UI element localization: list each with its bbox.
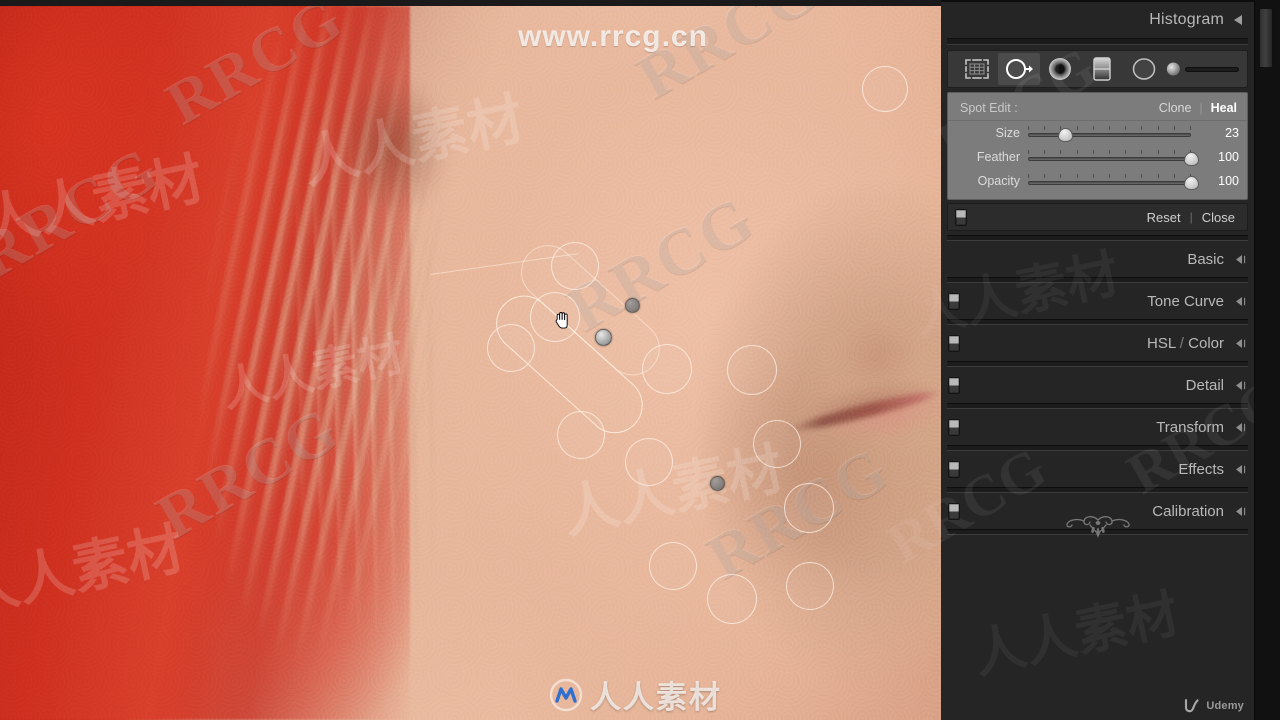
size-slider-value[interactable]: 23 (1199, 126, 1239, 140)
brush-size-slider[interactable] (1184, 66, 1239, 72)
feather-slider-ticks (1028, 150, 1191, 154)
reset-button[interactable]: Reset (1147, 210, 1181, 225)
panel-divider (947, 38, 1248, 45)
adjustment-brush-icon (1166, 62, 1180, 76)
feather-slider-track-wrap[interactable] (1028, 148, 1199, 166)
feather-slider-label: Feather (976, 150, 1020, 164)
section-basic[interactable]: Basic (941, 241, 1254, 277)
histogram-title: Histogram (1149, 11, 1224, 28)
watermark-bottom-text: 人人素材 (590, 680, 722, 716)
red-eye-correction-tool-button[interactable] (1040, 53, 1082, 85)
section-detail[interactable]: Detail (941, 367, 1254, 403)
panel-scrollbar-thumb[interactable] (1259, 8, 1273, 68)
photo-skin-texture-grain (0, 6, 941, 720)
section-switch-icon[interactable] (948, 418, 960, 436)
spot-edit-actions-row: Reset | Close (947, 203, 1248, 231)
collapse-arrow-icon[interactable] (1234, 464, 1246, 474)
spot-removal-tool-button[interactable] (997, 53, 1040, 85)
clone-mode-button[interactable]: Clone (1159, 101, 1192, 115)
feather-slider-track[interactable] (1028, 157, 1191, 161)
opacity-slider-ticks (1028, 174, 1191, 178)
feather-slider-row[interactable]: Feather 100 (948, 145, 1247, 169)
collapse-arrow-icon[interactable] (1234, 422, 1246, 432)
develop-right-panel: RRCG RRCG RRCG 人人素材 人人素材 Histogram (876, 0, 1280, 720)
radial-filter-icon (1132, 58, 1156, 80)
section-title-slash: / (1175, 334, 1189, 352)
close-button[interactable]: Close (1202, 210, 1235, 225)
section-title: Basic (1187, 250, 1224, 268)
collapse-arrow-icon[interactable] (1234, 296, 1246, 306)
histogram-panel-header[interactable]: Histogram (941, 2, 1254, 38)
opacity-slider-track[interactable] (1028, 181, 1191, 185)
radial-filter-tool-button[interactable] (1123, 53, 1165, 85)
section-effects[interactable]: Effects (941, 451, 1254, 487)
action-separator: | (1189, 210, 1193, 224)
crop-overlay-tool-button[interactable] (956, 53, 998, 85)
watermark-cjk: 人人素材 (968, 583, 1185, 686)
develop-tool-strip[interactable] (947, 50, 1248, 88)
collapse-arrow-icon[interactable] (1234, 254, 1246, 264)
opacity-slider-knob[interactable] (1184, 176, 1199, 190)
section-switch-icon[interactable] (948, 334, 960, 352)
triangle-left-icon[interactable] (1234, 15, 1242, 25)
udemy-logo-icon (1185, 698, 1199, 713)
graduated-filter-icon (1093, 57, 1111, 81)
watermark-bottom-logo: 人人素材 (549, 672, 722, 717)
opacity-slider-row[interactable]: Opacity 100 (948, 169, 1247, 193)
section-hsl-color[interactable]: HSL / Color (941, 325, 1254, 361)
section-transform[interactable]: Transform (941, 409, 1254, 445)
image-canvas-area[interactable]: RRCG RRCG RRCG RRCG RRCG RRCG 人人素材 人人素材 … (0, 0, 941, 720)
size-slider-track-wrap[interactable] (1028, 124, 1191, 142)
section-title: HSL / Color (1147, 335, 1224, 352)
section-switch-icon[interactable] (948, 376, 960, 394)
spot-edit-label: Spot Edit : (960, 101, 1018, 115)
collapse-arrow-icon[interactable] (1234, 506, 1246, 516)
renrensucai-logo-icon (549, 678, 583, 711)
spot-edit-mode-row: Spot Edit : Clone | Heal (948, 96, 1247, 121)
red-eye-icon (1049, 58, 1072, 80)
section-tone-curve[interactable]: Tone Curve (941, 283, 1254, 319)
section-title: Tone Curve (1147, 292, 1224, 310)
panel-switch-icon[interactable] (955, 208, 967, 226)
size-slider-track[interactable] (1028, 133, 1191, 137)
lightroom-window: RRCG RRCG RRCG RRCG RRCG RRCG 人人素材 人人素材 … (0, 0, 1280, 720)
opacity-slider-value[interactable]: 100 (1199, 174, 1239, 188)
section-title-color: Color (1188, 334, 1224, 352)
panel-scroll-gutter[interactable] (1254, 0, 1280, 720)
section-switch-icon[interactable] (948, 460, 960, 478)
section-title-hsl: HSL (1147, 334, 1176, 352)
udemy-label: Udemy (1206, 700, 1244, 712)
collapse-arrow-icon[interactable] (1234, 380, 1246, 390)
opacity-slider-track-wrap[interactable] (1028, 172, 1199, 190)
spot-edit-panel: Spot Edit : Clone | Heal Size 23 Feather… (947, 92, 1248, 200)
udemy-branding: Udemy (1183, 698, 1244, 714)
flourish-ornament-icon (1055, 514, 1141, 547)
mode-separator: | (1199, 101, 1203, 115)
heal-mode-button[interactable]: Heal (1211, 101, 1237, 115)
section-title: Transform (1156, 418, 1224, 436)
spot-removal-icon (1005, 59, 1033, 79)
size-slider-label: Size (995, 126, 1020, 140)
size-slider-ticks (1028, 126, 1191, 130)
section-switch-icon[interactable] (948, 502, 960, 520)
photo-preview[interactable]: RRCG RRCG RRCG RRCG RRCG RRCG 人人素材 人人素材 … (0, 6, 941, 720)
section-title: Effects (1178, 460, 1224, 478)
size-slider-row[interactable]: Size 23 (948, 121, 1247, 145)
adjustment-brush-tool-button[interactable] (1165, 53, 1239, 85)
size-slider-knob[interactable] (1058, 128, 1074, 142)
feather-slider-value[interactable]: 100 (1199, 150, 1239, 164)
collapse-arrow-icon[interactable] (1234, 338, 1246, 348)
feather-slider-knob[interactable] (1184, 152, 1199, 166)
opacity-slider-label: Opacity (977, 174, 1020, 188)
section-title: Detail (1185, 376, 1224, 394)
crop-overlay-icon (965, 59, 989, 79)
section-title: Calibration (1152, 502, 1224, 520)
section-switch-icon[interactable] (948, 292, 960, 310)
graduated-filter-tool-button[interactable] (1081, 53, 1123, 85)
